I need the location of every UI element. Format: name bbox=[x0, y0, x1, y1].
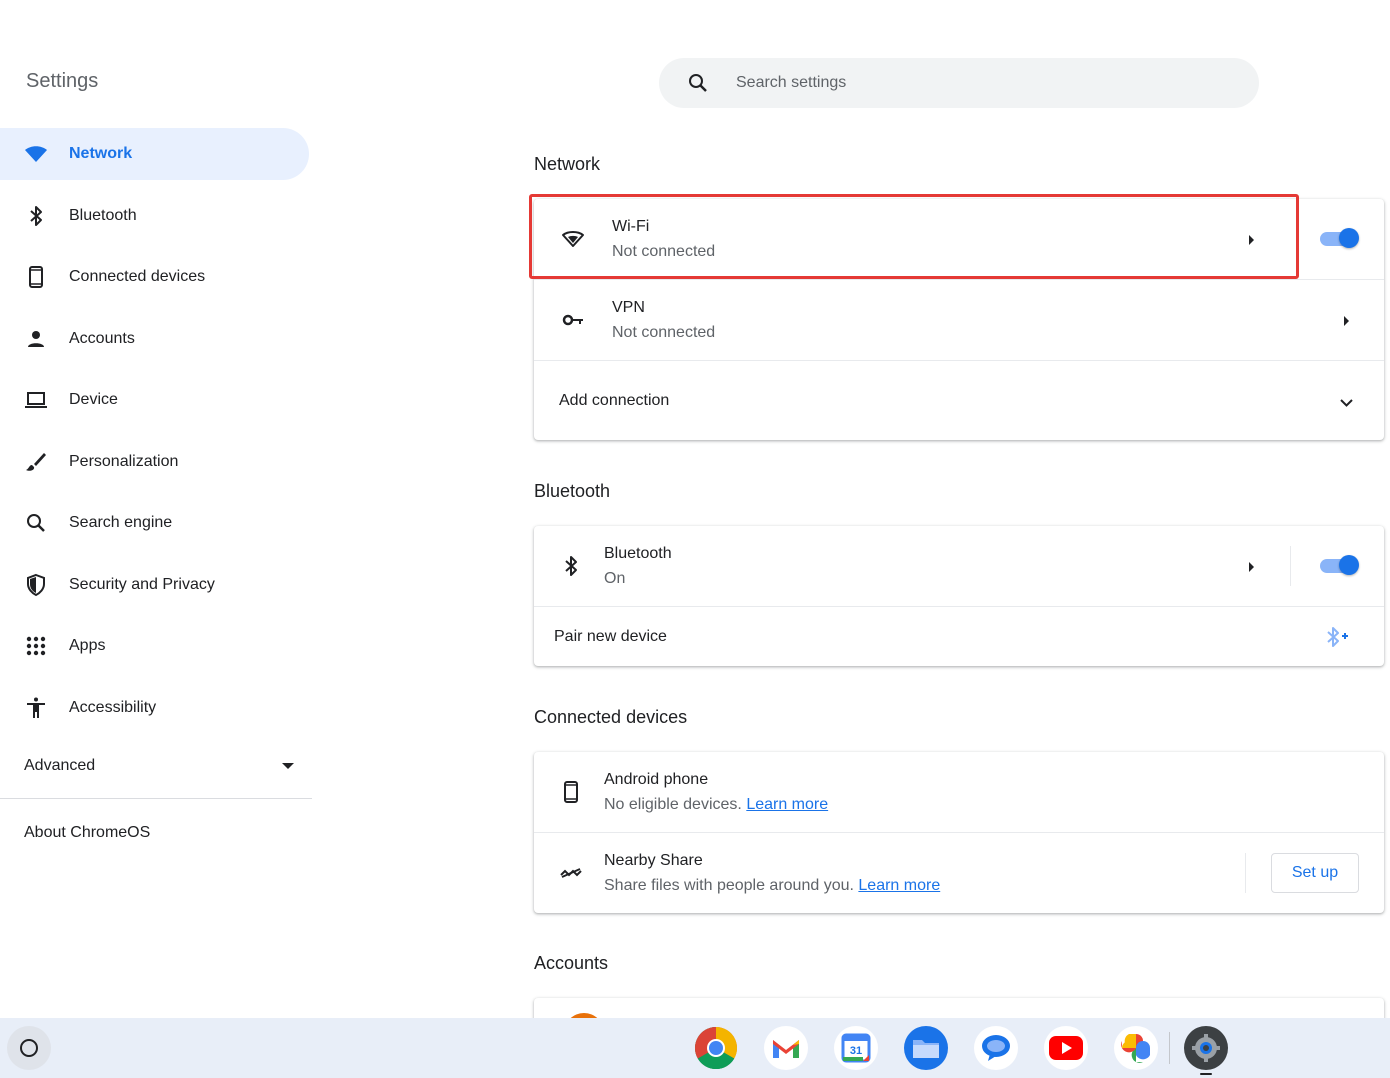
sidebar-item-connected-devices[interactable]: Connected devices bbox=[0, 251, 309, 303]
app-title: Settings bbox=[26, 70, 99, 92]
wifi-toggle[interactable] bbox=[1320, 228, 1359, 248]
youtube-icon[interactable] bbox=[1044, 1026, 1088, 1070]
launcher-icon bbox=[20, 1039, 38, 1057]
vpn-label: VPN bbox=[612, 298, 645, 316]
brush-icon bbox=[24, 450, 48, 474]
bluetooth-label: Bluetooth bbox=[604, 544, 672, 562]
sidebar-item-search-engine[interactable]: Search engine bbox=[0, 497, 309, 549]
sidebar-nav: Network Bluetooth Connected devices Acco… bbox=[0, 128, 312, 743]
phone-icon bbox=[559, 780, 583, 804]
bluetooth-icon bbox=[24, 204, 48, 228]
wifi-highlight-box bbox=[529, 194, 1299, 279]
bluetooth-card: Bluetooth On Pair new device bbox=[534, 526, 1384, 666]
bluetooth-toggle[interactable] bbox=[1320, 555, 1359, 575]
phone-icon bbox=[24, 265, 48, 289]
advanced-toggle[interactable]: Advanced bbox=[24, 752, 294, 780]
pair-new-device-label: Pair new device bbox=[554, 627, 667, 645]
active-app-indicator bbox=[1200, 1073, 1212, 1075]
sidebar-item-personalization[interactable]: Personalization bbox=[0, 436, 309, 488]
android-learn-more-link[interactable]: Learn more bbox=[746, 796, 828, 813]
vpn-row[interactable]: VPN Not connected bbox=[534, 280, 1384, 361]
connected-devices-card: Android phone No eligible devices. Learn… bbox=[534, 752, 1384, 913]
settings-icon[interactable] bbox=[1184, 1026, 1228, 1070]
nearby-share-icon bbox=[559, 861, 583, 885]
bluetooth-divider bbox=[1290, 546, 1291, 586]
android-phone-status: No eligible devices. Learn more bbox=[604, 795, 829, 813]
shelf: 31 bbox=[0, 1018, 1390, 1078]
bluetooth-icon bbox=[559, 554, 583, 578]
files-icon[interactable] bbox=[904, 1026, 948, 1070]
vpn-status: Not connected bbox=[612, 323, 716, 341]
sidebar-item-accounts[interactable]: Accounts bbox=[0, 313, 309, 365]
chevron-down-icon bbox=[1340, 394, 1353, 412]
search-icon bbox=[686, 71, 710, 95]
sidebar-item-label: Accessibility bbox=[69, 698, 157, 716]
calendar-icon[interactable]: 31 bbox=[834, 1026, 878, 1070]
sidebar-item-label: Security and Privacy bbox=[69, 575, 215, 593]
laptop-icon bbox=[24, 388, 48, 412]
sidebar-item-label: Apps bbox=[69, 637, 106, 654]
chrome-icon[interactable] bbox=[694, 1026, 738, 1070]
accounts-section-title: Accounts bbox=[534, 953, 609, 973]
connected-devices-section-title: Connected devices bbox=[534, 707, 688, 727]
add-connection-label: Add connection bbox=[559, 391, 670, 409]
pair-new-device-row[interactable]: Pair new device bbox=[534, 607, 1384, 666]
wifi-icon bbox=[24, 142, 48, 166]
messages-icon[interactable] bbox=[974, 1026, 1018, 1070]
accessibility-icon bbox=[24, 696, 48, 720]
nearby-divider bbox=[1245, 853, 1246, 893]
sidebar-item-label: Search engine bbox=[69, 514, 173, 531]
bluetooth-add-icon bbox=[1323, 625, 1349, 654]
shield-icon bbox=[24, 573, 48, 597]
bluetooth-arrow-icon[interactable] bbox=[1249, 562, 1254, 572]
sidebar-item-label: Device bbox=[69, 391, 118, 408]
sidebar-item-apps[interactable]: Apps bbox=[0, 620, 309, 672]
search-icon bbox=[24, 511, 48, 535]
add-connection-row[interactable]: Add connection bbox=[534, 361, 1384, 440]
bluetooth-status: On bbox=[604, 569, 626, 587]
sidebar-item-bluetooth[interactable]: Bluetooth bbox=[0, 190, 309, 242]
sidebar-item-label: Accounts bbox=[69, 329, 135, 347]
sidebar-item-security-privacy[interactable]: Security and Privacy bbox=[0, 559, 309, 611]
nearby-share-status: Share files with people around you. Lear… bbox=[604, 876, 941, 894]
nearby-share-label: Nearby Share bbox=[604, 851, 703, 869]
network-section-title: Network bbox=[534, 154, 601, 174]
key-icon bbox=[561, 308, 585, 332]
advanced-label: Advanced bbox=[24, 757, 96, 774]
gmail-icon[interactable] bbox=[764, 1026, 808, 1070]
shelf-divider bbox=[1169, 1032, 1170, 1064]
sidebar-item-label: Personalization bbox=[69, 452, 179, 470]
sidebar-item-device[interactable]: Device bbox=[0, 374, 309, 426]
search-bar[interactable] bbox=[659, 58, 1259, 108]
caret-down-icon bbox=[282, 757, 294, 775]
android-phone-label: Android phone bbox=[604, 770, 709, 788]
launcher-button[interactable] bbox=[7, 1026, 51, 1070]
sidebar-item-label: Network bbox=[69, 145, 133, 162]
bluetooth-section-title: Bluetooth bbox=[534, 481, 611, 501]
about-chromeos-link[interactable]: About ChromeOS bbox=[24, 824, 150, 842]
bluetooth-row[interactable]: Bluetooth On bbox=[534, 526, 1384, 607]
sidebar-item-label: Bluetooth bbox=[69, 206, 137, 224]
nearby-learn-more-link[interactable]: Learn more bbox=[858, 877, 940, 894]
apps-grid-icon bbox=[24, 634, 48, 658]
sidebar-divider bbox=[0, 798, 312, 799]
person-icon bbox=[24, 327, 48, 351]
sidebar-item-network[interactable]: Network bbox=[0, 128, 309, 180]
vpn-arrow-icon[interactable] bbox=[1344, 316, 1349, 326]
android-phone-row[interactable]: Android phone No eligible devices. Learn… bbox=[534, 752, 1384, 833]
svg-text:31: 31 bbox=[850, 1045, 862, 1057]
sidebar-item-label: Connected devices bbox=[69, 268, 206, 285]
photos-icon[interactable] bbox=[1114, 1026, 1158, 1070]
nearby-setup-button[interactable]: Set up bbox=[1271, 853, 1359, 893]
search-input[interactable] bbox=[736, 74, 1216, 92]
nearby-share-row[interactable]: Nearby Share Share files with people aro… bbox=[534, 833, 1384, 913]
sidebar-item-accessibility[interactable]: Accessibility bbox=[0, 682, 309, 734]
